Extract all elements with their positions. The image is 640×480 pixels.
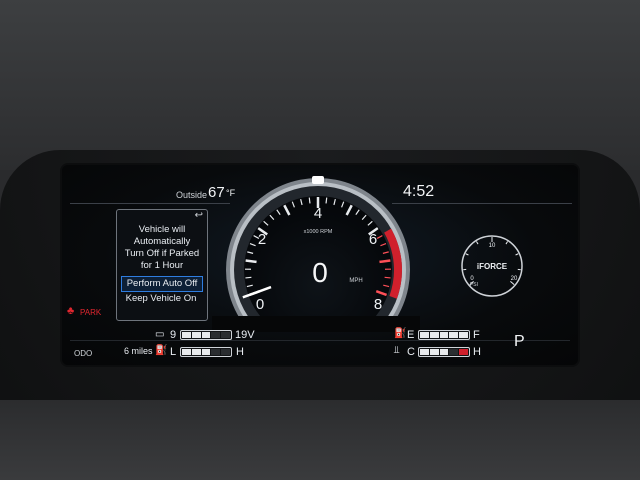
bar-segment — [449, 349, 459, 355]
tach-tick — [308, 197, 311, 204]
speed-unit: MPH — [349, 278, 362, 284]
battery-low-label: 9 — [170, 329, 177, 341]
auto-off-dialog: ↩ Vehicle will Automatically Turn Off if… — [116, 209, 208, 321]
boost-tick — [515, 253, 519, 256]
dialog-message-line: Vehicle will — [138, 224, 186, 235]
header-divider-left — [70, 203, 230, 204]
bar-segment — [429, 349, 439, 355]
parking-brake-pedestrian-icon: ♣ — [67, 305, 75, 317]
boost-label-20: 20 — [511, 276, 518, 282]
tach-label-6: 6 — [369, 231, 377, 248]
bar-segment — [191, 332, 201, 338]
tach-tick — [325, 197, 328, 204]
keep-vehicle-on-option[interactable]: Keep Vehicle On — [121, 292, 201, 306]
bar-segment — [211, 332, 221, 338]
dialog-message-line: for 1 Hour — [140, 260, 184, 271]
bar-segment — [201, 349, 211, 355]
tach-tick — [384, 276, 391, 279]
bar-segment — [221, 332, 230, 338]
bar-segment — [201, 332, 211, 338]
fuel-pump-icon: ⛽ — [394, 328, 407, 339]
dashboard-lower-trim — [0, 400, 640, 480]
dashboard-upper-panel — [0, 0, 640, 170]
boost-label-10: 10 — [489, 243, 496, 249]
bar-segment — [182, 332, 191, 338]
coolant-temp-icon: ⫫ — [394, 345, 400, 356]
bar-segment — [420, 332, 429, 338]
bar-segment — [459, 349, 468, 355]
battery-voltage-bar — [180, 330, 232, 340]
fuel-empty-label: E — [407, 329, 415, 341]
tach-tick — [379, 259, 391, 264]
tach-label-8: 8 — [374, 296, 382, 313]
perform-auto-off-option[interactable]: Perform Auto Off — [121, 276, 203, 292]
oil-low-label: L — [170, 346, 177, 358]
boost-tick — [475, 241, 479, 245]
park-indicator-label: PARK — [80, 308, 102, 317]
coolant-hot-label: H — [473, 346, 481, 358]
outside-label: Outside — [176, 190, 208, 200]
oil-pressure-bar — [180, 347, 232, 357]
bar-segment — [211, 349, 221, 355]
tachometer: 2 4 6 0 8 x1000 RPM 0 MPH — [212, 176, 420, 332]
oil-high-label: H — [236, 346, 244, 358]
boost-unit-label: PSI — [470, 282, 478, 288]
bar-segment — [191, 349, 201, 355]
tach-label-4: 4 — [314, 205, 322, 222]
bar-segment — [420, 349, 429, 355]
boost-tick — [465, 253, 469, 256]
iforce-brand-label: iFORCE — [477, 262, 508, 271]
dialog-message-line: Turn Off if Parked — [124, 248, 200, 259]
odometer-label: ODO — [74, 349, 93, 358]
bar-segment — [221, 349, 230, 355]
dialog-message-line: Automatically — [133, 236, 191, 247]
tach-label-0: 0 — [256, 296, 264, 313]
bar-segment — [429, 332, 439, 338]
coolant-cold-label: C — [407, 346, 415, 358]
bar-segment — [439, 349, 449, 355]
boost-tick — [505, 241, 509, 245]
rpm-unit-label: x1000 RPM — [304, 229, 333, 235]
bar-segment — [182, 349, 191, 355]
battery-high-label: 19V — [235, 329, 255, 341]
coolant-temp-bar — [418, 347, 470, 357]
boost-gauge: 10 0 20 iFORCE PSI — [461, 235, 523, 297]
tach-tick — [245, 259, 257, 264]
gear-indicator: P — [514, 333, 525, 350]
bar-segment — [439, 332, 449, 338]
fuel-level-bar — [418, 330, 470, 340]
oil-can-icon: ⛽ — [155, 345, 168, 356]
oil-life-remaining: 6 miles — [124, 346, 153, 356]
bar-segment — [449, 332, 459, 338]
tachometer-top-marker — [312, 176, 324, 184]
fuel-full-label: F — [473, 329, 480, 341]
battery-icon: ▭ — [155, 329, 165, 340]
bar-segment — [459, 332, 468, 338]
return-arrow-icon[interactable]: ↩ — [195, 210, 203, 221]
speed-readout: 0 — [312, 257, 328, 288]
tach-tick — [245, 276, 252, 279]
tach-label-2: 2 — [258, 231, 266, 248]
